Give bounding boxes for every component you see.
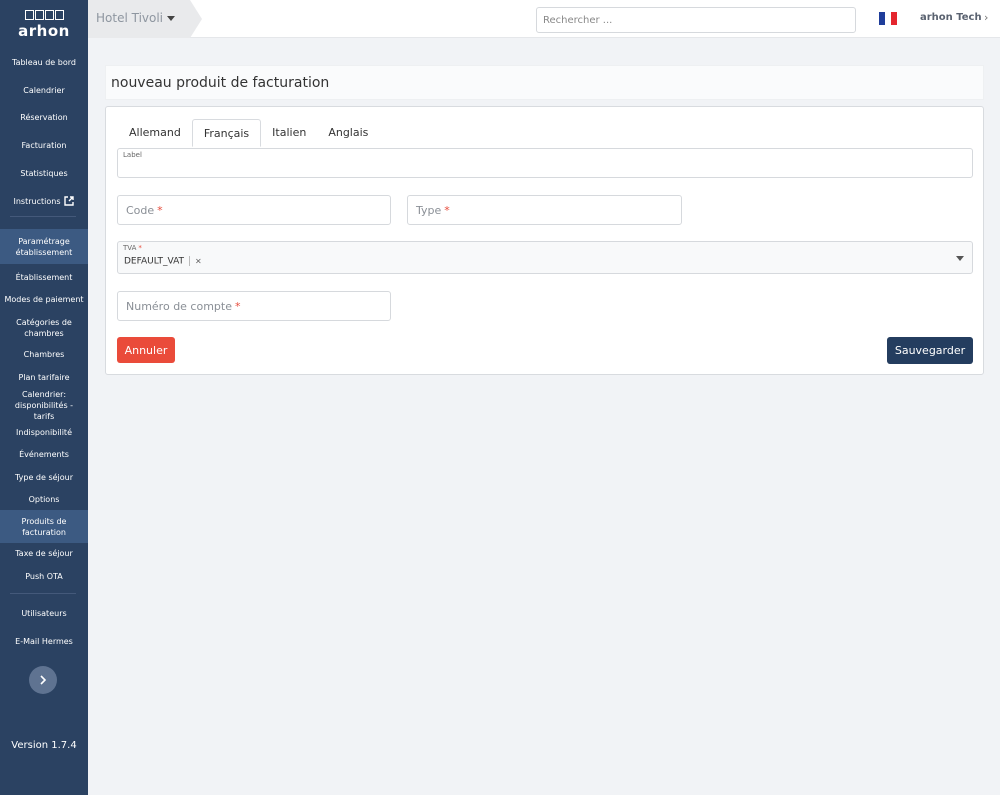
save-button[interactable]: Sauvegarder (887, 337, 973, 364)
code-field-placeholder: Code * (126, 204, 163, 217)
sidebar-item-evenements[interactable]: Événements (0, 448, 88, 461)
caret-down-icon (167, 16, 176, 21)
tva-select[interactable]: TVA * DEFAULT_VAT × (117, 241, 973, 274)
clear-icon[interactable]: × (195, 257, 202, 266)
page-header: nouveau produit de facturation (105, 65, 984, 100)
type-field[interactable]: Type * (407, 195, 682, 225)
sidebar-item-type-de-sejour[interactable]: Type de séjour (0, 471, 88, 484)
hotel-selector[interactable]: Hotel Tivoli (88, 0, 190, 38)
sidebar-item-tableau-de-bord[interactable]: Tableau de bord (0, 56, 88, 69)
sidebar-item-categories-de-chambres[interactable]: Catégories de chambres (0, 316, 88, 340)
version-label: Version 1.7.4 (11, 740, 77, 751)
sidebar-item-instructions[interactable]: Instructions (0, 194, 88, 208)
chevron-right-icon[interactable]: › (984, 11, 988, 24)
sidebar-item-plan-tarifaire[interactable]: Plan tarifaire (0, 371, 88, 384)
logo-mark-icon (0, 10, 88, 21)
chevron-right-icon (40, 675, 47, 685)
account-number-placeholder: Numéro de compte * (126, 300, 241, 313)
tva-select-label: TVA * (123, 244, 142, 252)
form-card: Allemand Français Italien Anglais Label … (105, 106, 984, 375)
sidebar-item-reservation[interactable]: Réservation (0, 111, 88, 124)
page-title: nouveau produit de facturation (111, 75, 330, 91)
tva-selected-value: DEFAULT_VAT × (124, 256, 202, 267)
sidebar-divider (10, 593, 76, 594)
french-flag-icon[interactable] (879, 12, 897, 25)
account-number-field[interactable]: Numéro de compte * (117, 291, 391, 321)
sidebar-item-taxe-de-sejour[interactable]: Taxe de séjour (0, 547, 88, 560)
sidebar-item-calendrier-disponibilites[interactable]: Calendrier: disponibilités - tarifs (0, 390, 88, 421)
sidebar-item-calendrier[interactable]: Calendrier (0, 84, 88, 97)
logo-text: arhon (18, 22, 70, 40)
tab-italien[interactable]: Italien (261, 119, 317, 147)
sidebar-item-email-hermes[interactable]: E-Mail Hermes (0, 635, 88, 648)
sidebar-toggle-button[interactable] (29, 666, 57, 694)
type-field-placeholder: Type * (416, 204, 450, 217)
sidebar-item-indisponibilite[interactable]: Indisponibilité (0, 426, 88, 439)
label-field[interactable]: Label (117, 148, 973, 178)
sidebar-divider (10, 216, 76, 217)
sidebar: arhon Tableau de bord Calendrier Réserva… (0, 0, 88, 795)
sidebar-item-options[interactable]: Options (0, 493, 88, 506)
sidebar-item-utilisateurs[interactable]: Utilisateurs (0, 607, 88, 620)
sidebar-item-modes-de-paiement[interactable]: Modes de paiement (0, 293, 88, 306)
tab-francais[interactable]: Français (191, 119, 262, 147)
sidebar-item-parametrage[interactable]: Paramétrage établissement (0, 229, 88, 264)
breadcrumb-arrow (190, 0, 202, 38)
cancel-button[interactable]: Annuler (117, 337, 175, 363)
code-field[interactable]: Code * (117, 195, 391, 225)
label-field-label: Label (123, 151, 142, 159)
tab-allemand[interactable]: Allemand (118, 119, 192, 147)
user-menu[interactable]: arhon Tech (920, 12, 982, 23)
sidebar-item-push-ota[interactable]: Push OTA (0, 570, 88, 583)
top-bar: Hotel Tivoli arhon Tech › (88, 0, 1000, 38)
sidebar-item-etablissement[interactable]: Établissement (0, 271, 88, 284)
external-link-icon (64, 196, 75, 206)
hotel-selector-label: Hotel Tivoli (96, 11, 176, 25)
sidebar-item-produits-de-facturation[interactable]: Produits de facturation (0, 510, 88, 543)
sidebar-item-chambres[interactable]: Chambres (0, 348, 88, 361)
logo: arhon (0, 10, 88, 40)
tab-anglais[interactable]: Anglais (317, 119, 379, 147)
caret-down-icon[interactable] (956, 256, 964, 261)
search-input[interactable] (536, 7, 856, 33)
sidebar-item-statistiques[interactable]: Statistiques (0, 167, 88, 180)
language-tabs: Allemand Français Italien Anglais (118, 119, 379, 147)
sidebar-item-facturation[interactable]: Facturation (0, 139, 88, 152)
sidebar-item-instructions-label: Instructions (13, 196, 61, 206)
